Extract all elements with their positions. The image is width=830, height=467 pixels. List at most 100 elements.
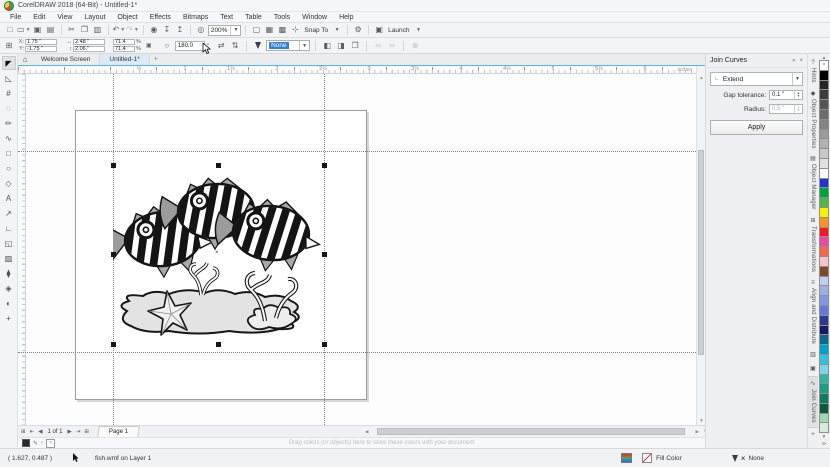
docker-close-icon[interactable]: × xyxy=(799,58,803,64)
lock-ratio-icon[interactable]: ▣ xyxy=(143,40,155,52)
selection-handle-bottom-left[interactable] xyxy=(111,342,116,347)
outline-width-select[interactable]: None ▼ xyxy=(266,40,310,51)
show-grid-icon[interactable]: ▩ xyxy=(276,24,288,36)
new-document-icon[interactable]: □ xyxy=(4,24,16,36)
page-settings-icon[interactable]: ⊞ xyxy=(20,429,27,435)
menu-item[interactable]: Edit xyxy=(27,14,51,21)
eyedropper-icon[interactable]: ✎ xyxy=(33,440,38,447)
palette-scroll-left-icon[interactable]: ‹ xyxy=(41,440,43,446)
import-icon[interactable]: ↧ xyxy=(161,24,173,36)
rotation-center-marker[interactable]: × xyxy=(215,250,219,256)
quick-customize-icon[interactable]: ⊕ xyxy=(409,40,421,52)
docker-tab-transformations[interactable]: ⊞Transformations xyxy=(808,214,818,276)
previous-page-icon[interactable]: ◀ xyxy=(37,429,43,435)
horizontal-ruler[interactable]: ½11½22½33½44½55½6 inches xyxy=(18,66,696,74)
selection-handle-top-center[interactable] xyxy=(216,163,221,168)
chevron-down-icon[interactable]: ▼ xyxy=(412,24,424,36)
tab-welcome-screen[interactable]: Welcome Screen xyxy=(32,54,100,65)
drawing-canvas[interactable]: × xyxy=(18,74,696,425)
home-icon[interactable]: ⌂ xyxy=(18,54,32,65)
docker-tab-object-properties[interactable]: ◆Object Properties xyxy=(808,87,818,153)
last-page-icon[interactable]: ⇥ xyxy=(75,429,82,435)
document-color-swatch[interactable] xyxy=(22,439,30,447)
color-eyedropper-tool[interactable]: ⧫ xyxy=(2,266,16,280)
copy-icon[interactable]: ❐ xyxy=(79,24,91,36)
transparency-tool[interactable]: ▨ xyxy=(2,251,16,265)
scroll-right-icon[interactable]: ▶ xyxy=(696,427,699,436)
chevron-down-icon[interactable]: ▼ xyxy=(331,24,343,36)
show-rulers-icon[interactable]: ▦ xyxy=(263,24,275,36)
rotation-angle-field[interactable]: 180.0 xyxy=(175,41,205,51)
paste-icon[interactable]: ▥ xyxy=(92,24,104,36)
link-curves-icon[interactable]: ∞ xyxy=(372,40,384,52)
menu-item[interactable]: Layout xyxy=(78,14,111,21)
menu-item[interactable]: Tools xyxy=(268,14,296,21)
docker-collapse-icon[interactable]: » xyxy=(792,58,795,64)
artistic-media-tool[interactable]: ∿ xyxy=(2,131,16,145)
next-page-icon[interactable]: ▶ xyxy=(66,429,72,435)
shape-tool[interactable]: ◺ xyxy=(2,71,16,85)
tab-untitled-1[interactable]: Untitled-1* xyxy=(100,54,149,65)
fullscreen-preview-icon[interactable]: ▢ xyxy=(250,24,262,36)
apply-button[interactable]: Apply xyxy=(710,120,803,135)
join-mode-select[interactable]: ∟ Extend ▼ xyxy=(710,72,803,86)
add-tools-button[interactable]: + xyxy=(2,311,16,325)
connector-tool[interactable]: ∟ xyxy=(2,221,16,235)
options-gear-icon[interactable]: ⚙ xyxy=(352,24,364,36)
zoom-tool[interactable]: ◌ xyxy=(2,101,16,115)
interactive-fill-tool[interactable]: ◈ xyxy=(2,281,16,295)
pick-tool[interactable]: ◤ xyxy=(2,56,16,70)
new-tab-icon[interactable]: + xyxy=(150,54,162,65)
color-swatch[interactable] xyxy=(819,422,829,433)
first-page-icon[interactable]: ⇤ xyxy=(29,429,36,435)
docker-tab-icon[interactable]: + xyxy=(808,428,818,442)
scroll-left-icon[interactable]: ◀ xyxy=(365,427,368,436)
palette-scroll-down-icon[interactable]: ▼ xyxy=(822,433,826,440)
docker-tab-icon[interactable]: ▥ xyxy=(808,348,818,362)
rectangle-tool[interactable]: □ xyxy=(2,146,16,160)
mirror-vertical-button[interactable]: ⇅ xyxy=(229,40,241,52)
guideline-vertical-right[interactable] xyxy=(324,74,325,425)
link-curves-icon-2[interactable]: ∞ xyxy=(386,40,398,52)
selection-handle-top-left[interactable] xyxy=(111,163,116,168)
selection-handle-middle-right[interactable] xyxy=(322,252,327,257)
docker-tab-icon[interactable]: ▣ xyxy=(808,362,818,376)
freehand-tool[interactable]: ✏ xyxy=(2,116,16,130)
mirror-horizontal-button[interactable]: ⇄ xyxy=(215,40,227,52)
selection-handle-top-right[interactable] xyxy=(322,163,327,168)
drop-shadow-tool[interactable]: ◱ xyxy=(2,236,16,250)
vertical-ruler[interactable] xyxy=(18,74,26,425)
launch-button[interactable]: Launch xyxy=(386,27,411,34)
guideline-horizontal-top[interactable] xyxy=(18,151,696,152)
y-position-field[interactable]: -1.75 " xyxy=(25,46,57,52)
menu-item[interactable]: Window xyxy=(296,14,333,21)
scale-horizontal-field[interactable]: 71.4 xyxy=(113,39,135,45)
dock-window-icon[interactable]: ❐ xyxy=(349,40,361,52)
document-color-profile-icon[interactable] xyxy=(621,453,632,463)
docker-tab-object-manager[interactable]: ▤Object Manager xyxy=(808,152,818,214)
object-height-field[interactable]: 2.06 " xyxy=(73,46,105,52)
guideline-horizontal-bottom[interactable] xyxy=(18,352,696,353)
curve-edit-icon-1[interactable]: ◧ xyxy=(321,40,333,52)
menu-item[interactable]: View xyxy=(51,14,78,21)
export-icon[interactable]: ↥ xyxy=(174,24,186,36)
no-color-swatch[interactable]: × xyxy=(46,439,55,448)
horizontal-scrollbar-thumb[interactable] xyxy=(377,428,685,435)
selection-handle-bottom-right[interactable] xyxy=(322,342,327,347)
docker-tab-hints[interactable]: ?Hints xyxy=(808,56,818,87)
snap-to-button[interactable]: Snap To xyxy=(302,27,330,34)
cut-icon[interactable]: ✂ xyxy=(66,24,78,36)
add-page-icon[interactable]: ⊞ xyxy=(83,429,90,435)
vertical-scrollbar-thumb[interactable] xyxy=(698,150,704,355)
palette-expand-icon[interactable]: ≫ xyxy=(822,440,827,447)
menu-item[interactable]: Help xyxy=(333,14,359,21)
crop-tool[interactable]: # xyxy=(2,86,16,100)
snap-toggle-icon[interactable]: ⊹ xyxy=(289,24,301,36)
menu-item[interactable]: Text xyxy=(214,14,239,21)
selection-handle-bottom-center[interactable] xyxy=(216,342,221,347)
docker-tab-join-curves[interactable]: ∿Join Curves xyxy=(808,376,818,428)
text-tool[interactable]: A xyxy=(2,191,16,205)
save-icon[interactable]: ▣ xyxy=(32,24,44,36)
selection-handle-middle-left[interactable] xyxy=(111,252,116,257)
vertical-scrollbar[interactable]: ▲ ▼ xyxy=(696,66,705,425)
